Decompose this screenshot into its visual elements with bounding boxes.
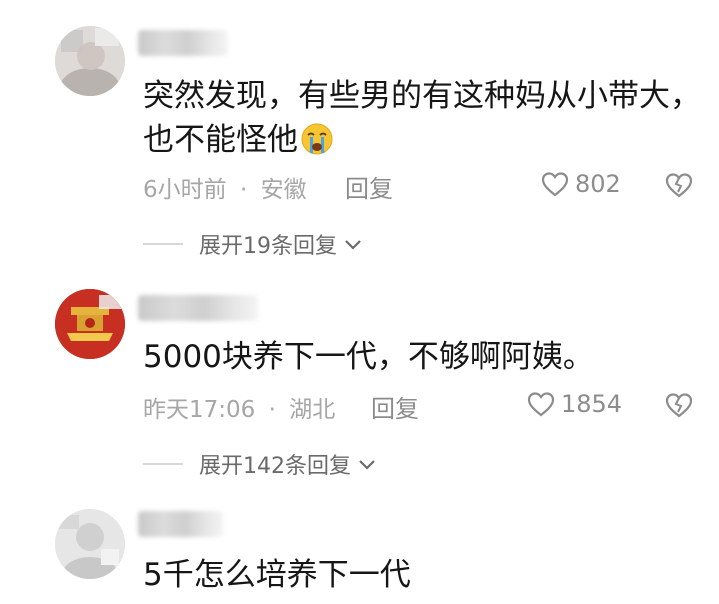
- avatar[interactable]: [55, 509, 125, 579]
- like-button[interactable]: 802: [541, 170, 621, 198]
- dislike-button[interactable]: [665, 392, 693, 422]
- like-button[interactable]: 1854: [527, 390, 622, 418]
- heart-icon: [541, 172, 569, 197]
- dislike-button[interactable]: [665, 172, 693, 202]
- meta-separator: ·: [239, 177, 248, 203]
- chevron-down-icon: [345, 240, 361, 250]
- like-count: 1854: [561, 390, 623, 418]
- meta-separator: ·: [268, 397, 276, 423]
- comment-text-line: 突然发现，有些男的有这种妈从小带大，: [143, 78, 701, 114]
- comment-item: 5000块养下一代，不够啊阿姨。 昨天17:06 · 湖北 回复 1854 展开…: [0, 275, 719, 490]
- divider-line: [143, 243, 183, 245]
- comment-meta: 6小时前 · 安徽: [143, 170, 307, 204]
- comment-list: 突然发现，有些男的有这种妈从小带大， 也不能怪他 6小时前 · 安徽 回复 80…: [0, 0, 719, 604]
- reply-button[interactable]: 回复: [371, 389, 419, 424]
- expand-replies-button[interactable]: 展开142条回复: [143, 448, 377, 480]
- username-blurred[interactable]: [138, 511, 223, 537]
- expand-replies-label: 展开19条回复: [199, 234, 337, 259]
- comment-text-line: 也不能怪他: [143, 118, 701, 168]
- expand-replies-label: 展开142条回复: [199, 454, 351, 479]
- reply-button[interactable]: 回复: [345, 169, 393, 204]
- avatar[interactable]: [55, 289, 125, 359]
- username-blurred[interactable]: [138, 30, 228, 56]
- username-blurred[interactable]: [138, 295, 258, 321]
- crying-face-emoji: [300, 122, 334, 168]
- divider-line: [143, 463, 183, 465]
- comment-time: 昨天17:06: [143, 397, 256, 423]
- comment-location: 湖北: [289, 397, 336, 423]
- comment-text: 突然发现，有些男的有这种妈从小带大， 也不能怪他: [143, 74, 701, 168]
- expand-replies-button[interactable]: 展开19条回复: [143, 228, 363, 260]
- comment-text: 5千怎么培养下一代: [143, 553, 411, 597]
- comment-text-line: 5000块养下一代，不够啊阿姨。: [143, 339, 594, 375]
- comment-item: 5千怎么培养下一代: [0, 495, 719, 604]
- comment-item: 突然发现，有些男的有这种妈从小带大， 也不能怪他 6小时前 · 安徽 回复 80…: [0, 0, 719, 270]
- comment-text: 5000块养下一代，不够啊阿姨。: [143, 335, 594, 379]
- avatar-image: [55, 26, 125, 96]
- comment-time: 6小时前: [143, 177, 227, 203]
- avatar-image: [55, 509, 125, 579]
- comment-meta: 昨天17:06 · 湖北: [143, 390, 335, 424]
- avatar[interactable]: [55, 26, 125, 96]
- heart-icon: [527, 392, 555, 417]
- broken-heart-icon: [665, 173, 693, 198]
- avatar-image: [55, 289, 125, 359]
- comment-location: 安徽: [260, 177, 307, 203]
- comment-text-line: 5千怎么培养下一代: [143, 557, 411, 593]
- like-count: 802: [575, 170, 621, 198]
- chevron-down-icon: [359, 460, 375, 470]
- broken-heart-icon: [665, 393, 693, 418]
